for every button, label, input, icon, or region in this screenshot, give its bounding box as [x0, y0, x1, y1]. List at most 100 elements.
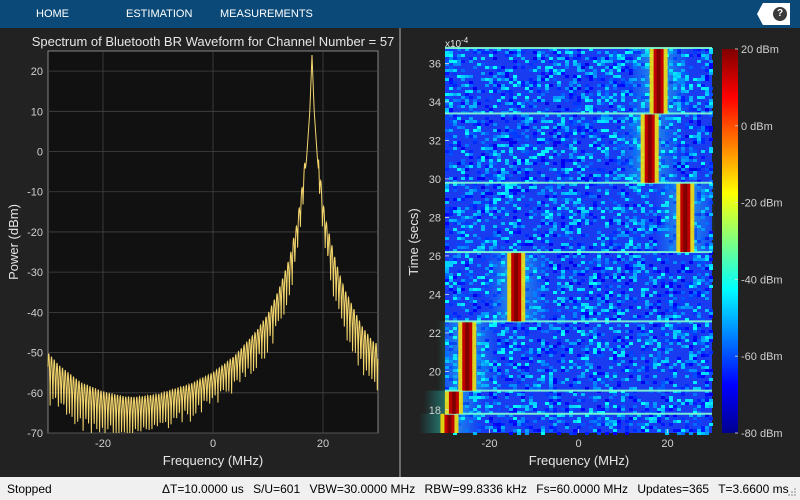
spectrogram-cell: [605, 291, 609, 294]
spectrogram-cell: [605, 135, 609, 138]
spectrogram-cell: [485, 66, 489, 69]
spectrogram-cell: [581, 207, 585, 210]
spectrogram-cell: [581, 123, 585, 126]
spectrogram-cell: [529, 339, 533, 342]
spectrogram-cell: [633, 270, 637, 273]
spectrogram-cell: [613, 216, 617, 219]
spectrogram-cell: [525, 243, 529, 246]
spectrogram-cell: [601, 117, 605, 120]
spectrum-plot[interactable]: Spectrum of Bluetooth BR Waveform for Ch…: [0, 28, 399, 477]
spectrogram-cell: [537, 354, 541, 357]
spectrogram-cell: [629, 258, 633, 261]
spectrogram-cell: [509, 420, 513, 423]
spectrogram-cell: [561, 360, 565, 363]
spectrogram-cell: [553, 270, 557, 273]
spectrogram-cell: [625, 426, 629, 429]
spectrogram-cell: [641, 294, 645, 297]
spectrogram-cell: [601, 210, 605, 213]
spectrogram-cell: [585, 219, 589, 222]
spectrogram-cell: [549, 426, 553, 429]
spectrogram-cell: [693, 294, 697, 297]
tab-home[interactable]: HOME: [36, 0, 69, 28]
spectrogram-cell: [569, 270, 573, 273]
spectrogram-cell: [565, 216, 569, 219]
spectrogram-cell: [613, 345, 617, 348]
spectrogram-cell: [693, 339, 697, 342]
spectrogram-cell: [585, 294, 589, 297]
spectrogram-cell: [497, 66, 501, 69]
spectrogram-cell: [617, 255, 621, 258]
spectrogram-cell: [573, 189, 577, 192]
spectrogram-cell: [613, 75, 617, 78]
spectrogram-cell: [625, 261, 629, 264]
spectrogram-cell: [533, 246, 537, 249]
spectrogram-cell: [513, 222, 517, 225]
spectrogram-cell: [709, 309, 713, 312]
spectrogram-cell: [529, 237, 533, 240]
spectrogram-cell: [541, 51, 545, 54]
spectrogram-cell: [457, 207, 461, 210]
spectrogram-cell: [585, 105, 589, 108]
spectrogram-cell: [589, 162, 593, 165]
spectrogram-cell: [513, 210, 517, 213]
spectrogram-cell: [701, 351, 705, 354]
spectrogram-cell: [581, 174, 585, 177]
spectrogram-cell: [557, 81, 561, 84]
spectrogram-cell: [509, 363, 513, 366]
spectrogram-cell: [565, 297, 569, 300]
spectrogram-cell: [529, 387, 533, 390]
spectrogram-cell: [565, 135, 569, 138]
spectrogram-plot[interactable]: -20 0 2018202224262830323436 x10-4 Frequen…: [401, 28, 800, 477]
spectrogram-cell: [557, 126, 561, 129]
spectrogram-cell: [669, 348, 673, 351]
spectrogram-cell: [609, 219, 613, 222]
help-button[interactable]: ?: [757, 3, 790, 25]
spectrogram-cell: [597, 159, 601, 162]
spectrogram-cell: [493, 81, 497, 84]
spectrogram-cell: [681, 402, 685, 405]
spectrogram-cell: [689, 126, 693, 129]
spectrogram-cell: [577, 426, 581, 429]
spectrogram-cell: [525, 87, 529, 90]
spectrogram-cell: [513, 162, 517, 165]
tab-estimation[interactable]: ESTIMATION: [126, 0, 192, 28]
spectrogram-cell: [653, 417, 657, 420]
spectrogram-cell: [709, 279, 713, 282]
spectrogram-cell: [525, 363, 529, 366]
spectrogram-cell: [457, 234, 461, 237]
spectrogram-cell: [613, 78, 617, 81]
spectrogram-cell: [521, 375, 525, 378]
spectrogram-cell: [461, 147, 465, 150]
spectrogram-cell: [613, 66, 617, 69]
spectrogram-cell: [549, 327, 553, 330]
spectrogram-cell: [697, 96, 701, 99]
spectrogram-cell: [529, 360, 533, 363]
spectrogram-cell: [477, 63, 481, 66]
spectrogram-cell: [457, 219, 461, 222]
spectrogram-cell: [557, 342, 561, 345]
spectrogram-cell: [649, 417, 653, 420]
spectrogram-cell: [457, 60, 461, 63]
resize-grip-icon[interactable]: [787, 487, 797, 497]
spectrogram-cell: [593, 420, 597, 423]
spectrogram-cell: [657, 294, 661, 297]
spectrogram-cell: [517, 135, 521, 138]
spectrogram-cell: [457, 93, 461, 96]
hop-core: [447, 414, 451, 433]
spectrogram-cell: [637, 237, 641, 240]
spectrogram-cell: [649, 228, 653, 231]
spectrogram-cell: [661, 282, 665, 285]
spectrogram-cell: [561, 303, 565, 306]
spectrogram-cell: [625, 393, 629, 396]
spectrogram-cell: [537, 54, 541, 57]
spectrogram-cell: [709, 168, 713, 171]
spectrogram-cell: [709, 339, 713, 342]
spectrogram-cell: [681, 306, 685, 309]
tab-measurements[interactable]: MEASUREMENTS: [220, 0, 313, 28]
spectrogram-cell: [613, 315, 617, 318]
spectrogram-cell: [505, 189, 509, 192]
spectrogram-cell: [513, 201, 517, 204]
spectrogram-cell: [493, 90, 497, 93]
spectrogram-cell: [481, 312, 485, 315]
spectrogram-cell: [569, 228, 573, 231]
